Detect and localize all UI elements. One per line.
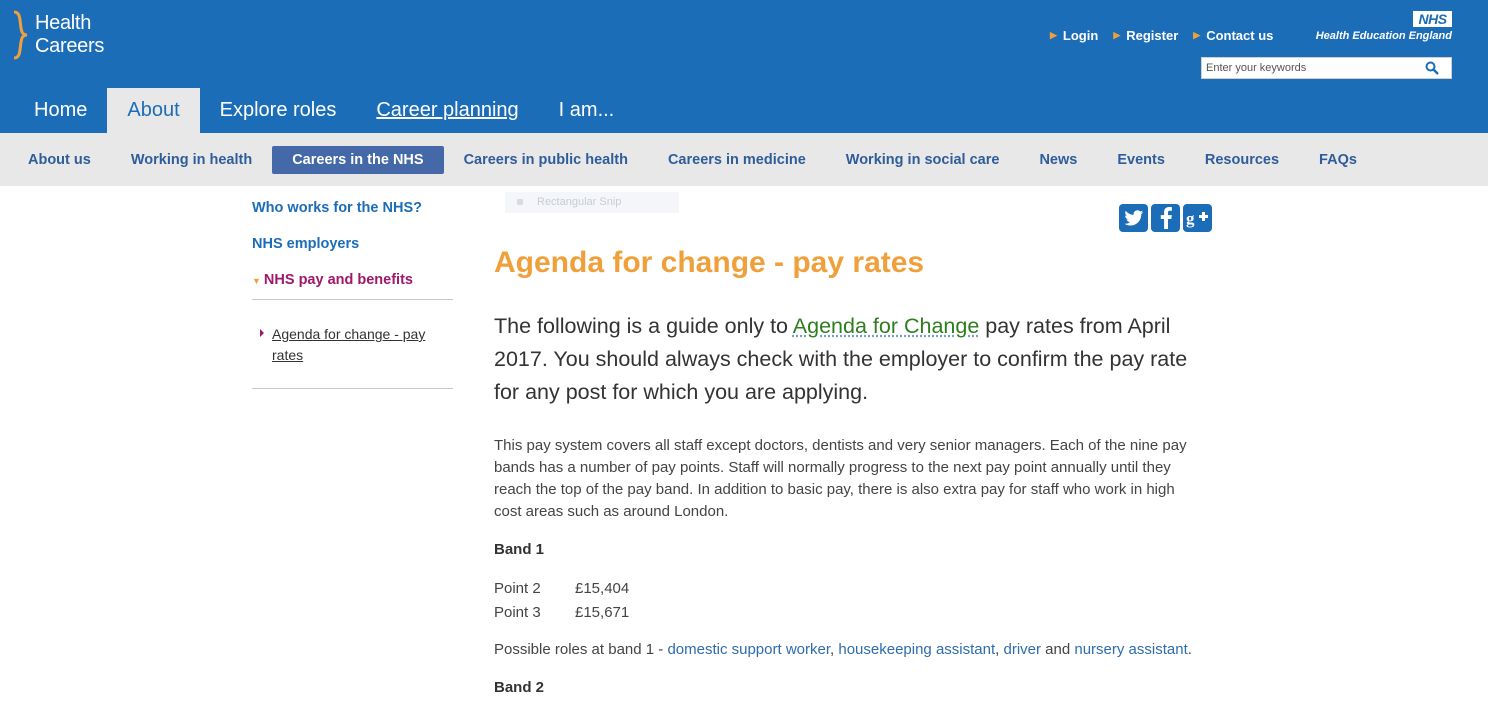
intro-paragraph: The following is a guide only to Agenda … bbox=[494, 314, 1188, 404]
tab-career-planning[interactable]: Career planning bbox=[356, 88, 538, 133]
tab-about[interactable]: About bbox=[107, 88, 200, 133]
snip-icon bbox=[517, 199, 523, 206]
login-link[interactable]: ▶ Login bbox=[1050, 28, 1098, 43]
band-1-points: Point 2 £15,404 Point 3 £15,671 bbox=[494, 577, 1214, 625]
search-input[interactable] bbox=[1206, 60, 1421, 76]
search-icon[interactable] bbox=[1425, 61, 1439, 75]
sidebar-item-agenda-for-change[interactable]: Agenda for change - pay rates bbox=[272, 324, 447, 366]
body-paragraph: This pay system covers all staff except … bbox=[494, 437, 1187, 520]
arrow-icon: ▶ bbox=[1193, 30, 1201, 40]
band-1-heading: Band 1 bbox=[494, 541, 545, 558]
role-link-housekeeping-assistant[interactable]: housekeeping assistant bbox=[838, 641, 995, 658]
page-title: Agenda for change - pay rates bbox=[494, 246, 925, 279]
band-2-heading: Band 2 bbox=[494, 679, 545, 696]
subnav-about-us[interactable]: About us bbox=[8, 146, 111, 174]
tab-home[interactable]: Home bbox=[14, 88, 107, 133]
pay-point-label: Point 2 bbox=[494, 580, 541, 597]
sidebar-item-who-works[interactable]: Who works for the NHS? bbox=[252, 200, 453, 218]
google-plus-icon[interactable]: g bbox=[1183, 204, 1212, 232]
snip-overlay: Rectangular Snip bbox=[505, 192, 679, 213]
health-careers-logo[interactable]: Health Careers bbox=[10, 10, 120, 60]
twitter-icon[interactable] bbox=[1119, 204, 1148, 232]
sub-nav: About us Working in health Careers in th… bbox=[0, 133, 1488, 186]
subnav-events[interactable]: Events bbox=[1097, 146, 1185, 174]
divider bbox=[252, 388, 453, 389]
main-nav: Home About Explore roles Career planning… bbox=[14, 88, 634, 133]
sidebar-item-pay-benefits[interactable]: ▼ NHS pay and benefits bbox=[252, 272, 453, 290]
subnav-working-in-health[interactable]: Working in health bbox=[111, 146, 272, 174]
subnav-working-in-social-care[interactable]: Working in social care bbox=[826, 146, 1020, 174]
sidebar: Who works for the NHS? NHS employers ▼ NH… bbox=[252, 200, 453, 389]
role-link-domestic-support-worker[interactable]: domestic support worker bbox=[667, 641, 830, 658]
triangle-down-icon: ▼ bbox=[252, 276, 261, 286]
triangle-right-icon bbox=[260, 329, 264, 337]
pay-point-amount: £15,404 bbox=[575, 580, 630, 597]
search-box bbox=[1201, 57, 1452, 79]
subnav-careers-in-the-nhs[interactable]: Careers in the NHS bbox=[272, 146, 444, 174]
site-header: Health Careers ▶ Login ▶ Register ▶ Contact… bbox=[0, 0, 1488, 133]
pay-point-row: Point 2 £15,404 bbox=[494, 577, 1214, 601]
pay-point-label: Point 3 bbox=[494, 604, 541, 621]
facebook-icon[interactable] bbox=[1151, 204, 1180, 232]
logo-bracket-icon bbox=[13, 10, 28, 60]
band-1-roles: Possible roles at band 1 - domestic supp… bbox=[494, 641, 1192, 658]
tab-i-am[interactable]: I am... bbox=[539, 88, 635, 133]
agenda-for-change-link[interactable]: Agenda for Change bbox=[793, 314, 979, 338]
pay-point-row: Point 3 £15,671 bbox=[494, 601, 1214, 625]
arrow-icon: ▶ bbox=[1050, 30, 1057, 40]
contact-us-link[interactable]: ▶ Contact us bbox=[1193, 28, 1273, 43]
tab-explore-roles[interactable]: Explore roles bbox=[200, 88, 357, 133]
subnav-resources[interactable]: Resources bbox=[1185, 146, 1299, 174]
svg-text:g: g bbox=[1186, 209, 1195, 228]
logo-text-line1: Health bbox=[35, 12, 92, 34]
logo-text-line2: Careers bbox=[35, 35, 105, 57]
register-link[interactable]: ▶ Register bbox=[1113, 28, 1178, 43]
subnav-news[interactable]: News bbox=[1019, 146, 1097, 174]
main-content: Agenda for change - pay rates The follow… bbox=[494, 245, 1214, 715]
subnav-faqs[interactable]: FAQs bbox=[1299, 146, 1377, 174]
sidebar-subitem: Agenda for change - pay rates bbox=[252, 300, 453, 388]
role-link-driver[interactable]: driver bbox=[1003, 641, 1041, 658]
org-name: Health Education England bbox=[1315, 30, 1452, 42]
nhs-logo[interactable]: NHS bbox=[1413, 11, 1452, 27]
subnav-careers-in-public-health[interactable]: Careers in public health bbox=[444, 146, 648, 174]
social-share: g bbox=[1119, 204, 1212, 232]
role-link-nursery-assistant[interactable]: nursery assistant bbox=[1074, 641, 1187, 658]
arrow-icon: ▶ bbox=[1113, 30, 1121, 40]
subnav-careers-in-medicine[interactable]: Careers in medicine bbox=[648, 146, 826, 174]
sidebar-item-nhs-employers[interactable]: NHS employers bbox=[252, 236, 453, 254]
utility-links: ▶ Login ▶ Register ▶ Contact us bbox=[1050, 28, 1288, 43]
pay-point-amount: £15,671 bbox=[575, 604, 630, 621]
